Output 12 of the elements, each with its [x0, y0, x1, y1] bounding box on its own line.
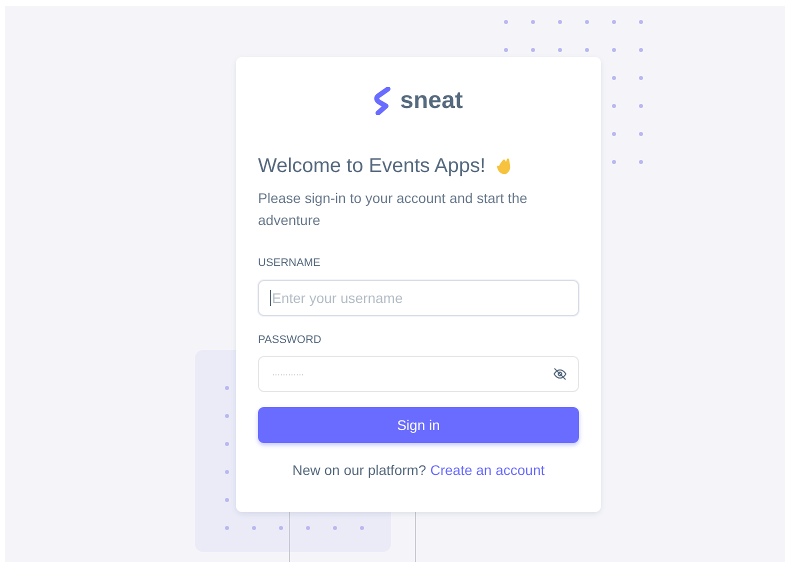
- field-label: USERNAME: [258, 256, 322, 271]
- signup-prompt: New on our platform?: [292, 461, 426, 480]
- brand-name: sneat: [400, 86, 463, 116]
- welcome-heading: Welcome to Events Apps!: [258, 154, 486, 179]
- eye-off-icon[interactable]: [553, 367, 567, 381]
- username-field[interactable]: Enter your username: [258, 280, 579, 316]
- logo-icon: [374, 87, 392, 115]
- password-field[interactable]: ············: [258, 356, 579, 392]
- subtitle: Please sign-in to your account and start the adventure: [258, 189, 528, 230]
- field-label: PASSWORD: [258, 332, 322, 348]
- sign-in-button[interactable]: Sign in: [258, 407, 579, 443]
- create-account-link[interactable]: Create an account: [430, 460, 545, 481]
